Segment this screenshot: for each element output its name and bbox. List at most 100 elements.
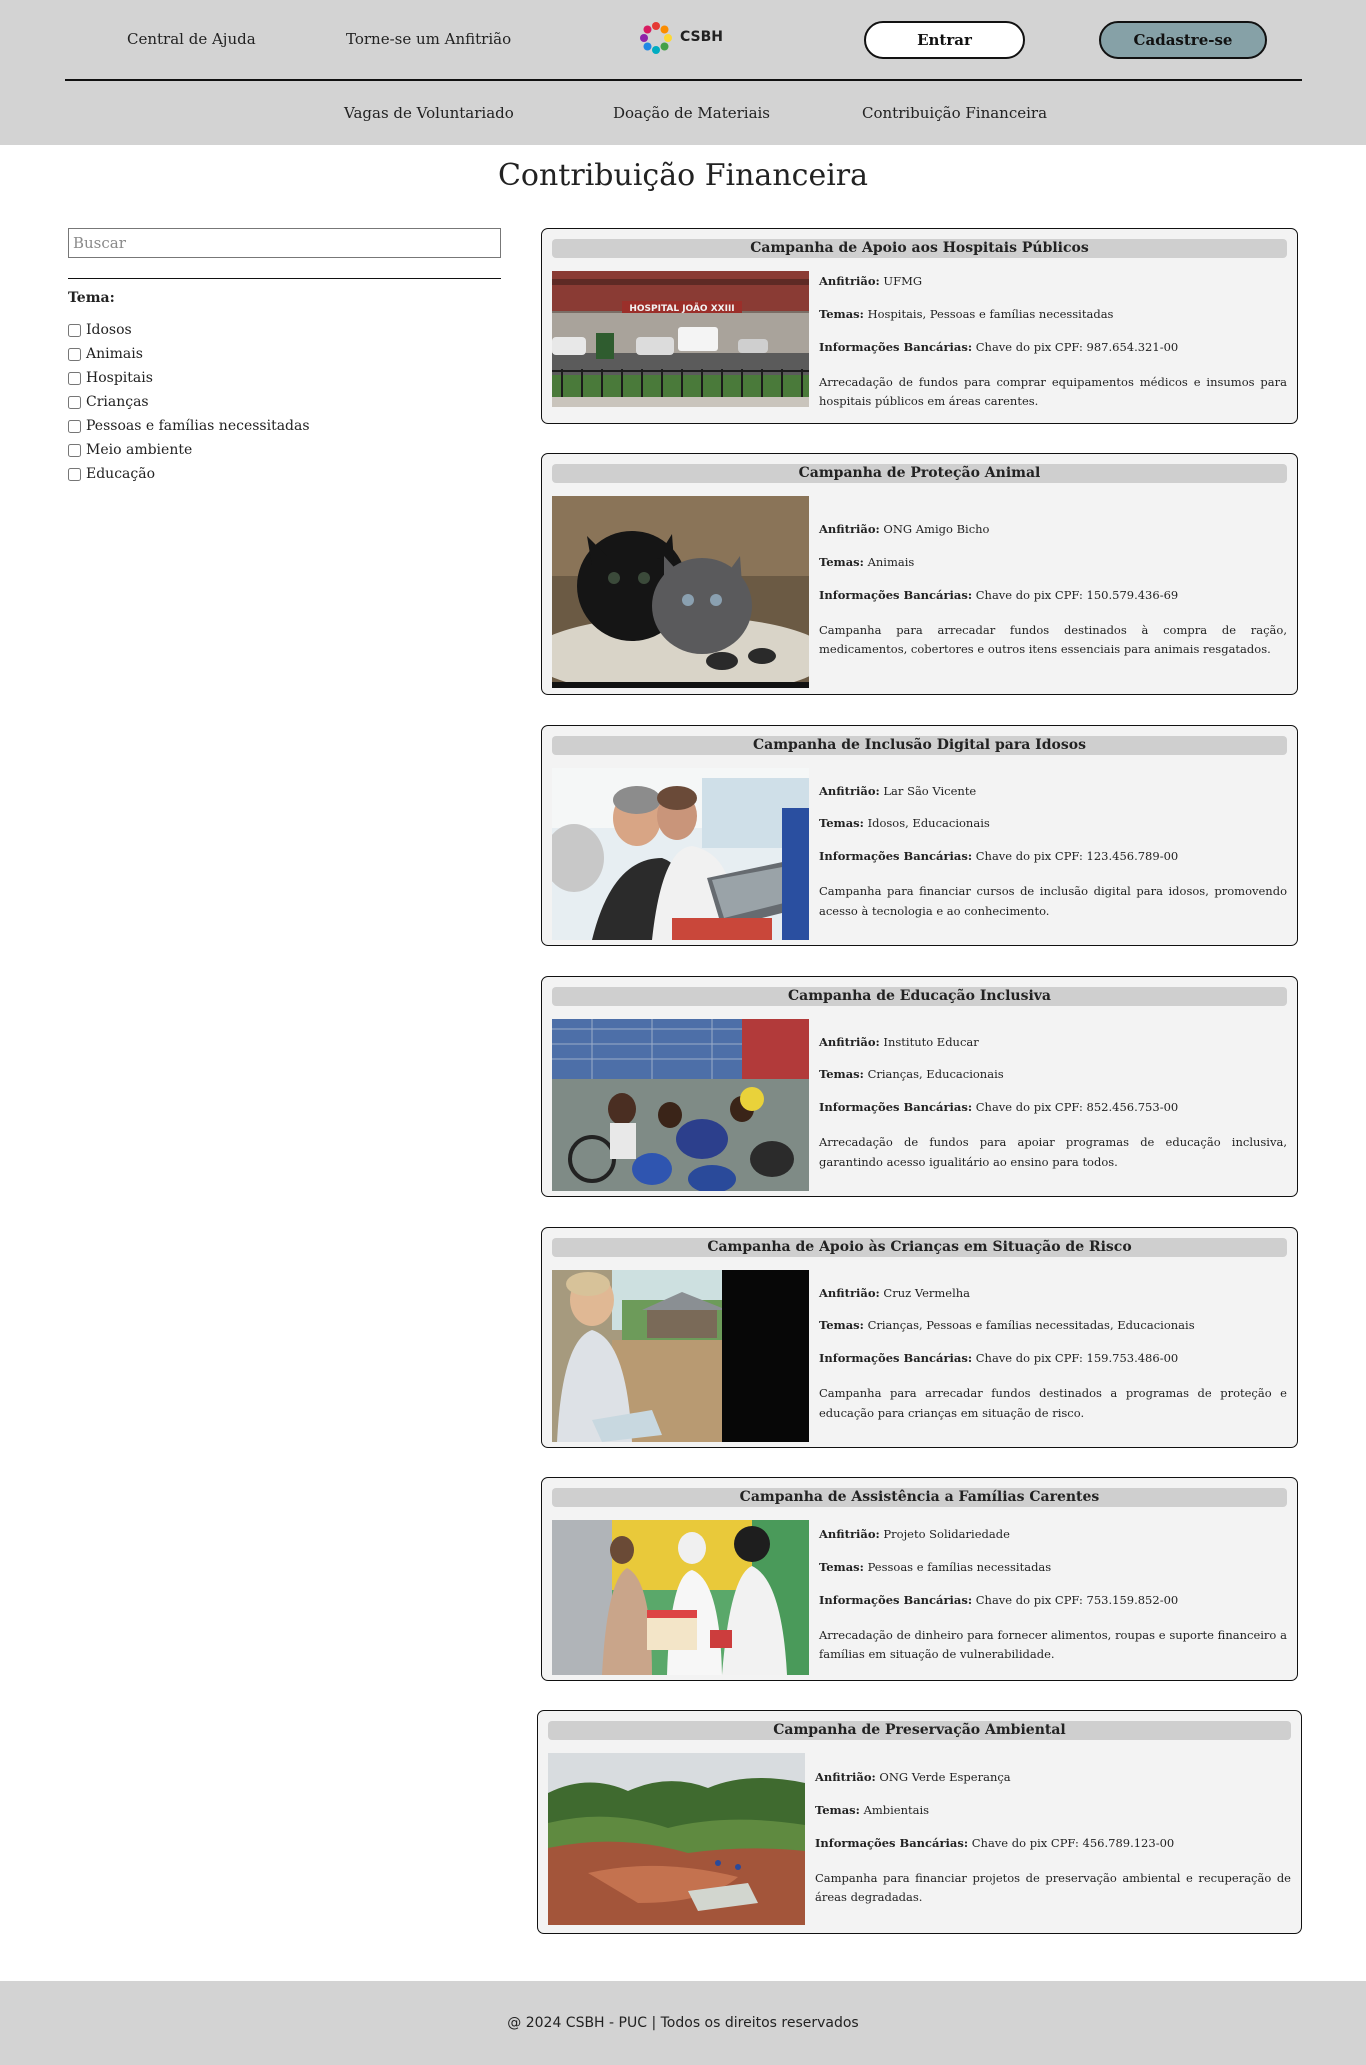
campaign-description: Campanha para financiar projetos de pres… — [815, 1870, 1291, 1905]
bank-label: Informações Bancárias: — [815, 1835, 969, 1850]
theme-filter-title: Tema: — [68, 290, 115, 306]
campaign-bank-info: Chave do pix CPF: 852.456.753-00 — [975, 1100, 1179, 1115]
search-input[interactable] — [68, 228, 501, 258]
campaign-info: Anfitrião: Instituto Educar Temas: Crian… — [819, 1019, 1287, 1188]
theme-filter-item: Meio ambiente — [68, 438, 310, 462]
campaign-title: Campanha de Apoio aos Hospitais Públicos — [552, 239, 1287, 258]
host-label: Anfitrião: — [815, 1770, 876, 1785]
theme-label: Meio ambiente — [86, 442, 193, 458]
campaign-host: Instituto Educar — [883, 1034, 979, 1049]
host-label: Anfitrião: — [819, 522, 880, 537]
themes-label: Temas: — [819, 554, 864, 569]
campaign-host: UFMG — [883, 274, 923, 289]
campaign-description: Campanha para arrecadar fundos destinado… — [819, 1386, 1287, 1420]
logo-text: CSBH — [680, 29, 724, 45]
campaign-description: Campanha para financiar cursos de inclus… — [819, 884, 1287, 918]
nav-volunteer-link[interactable]: Vagas de Voluntariado — [344, 104, 514, 122]
campaign-title: Campanha de Proteção Animal — [552, 464, 1287, 483]
bank-label: Informações Bancárias: — [819, 339, 973, 354]
theme-filter-item: Hospitais — [68, 366, 310, 390]
theme-checkbox-animais[interactable] — [68, 347, 81, 361]
campaign-host: Lar São Vicente — [883, 783, 977, 798]
campaign-photo-seniors — [552, 768, 809, 940]
theme-filter-item: Crianças — [68, 390, 310, 414]
bank-label: Informações Bancárias: — [819, 1592, 973, 1607]
theme-checkbox-hospitais[interactable] — [68, 371, 81, 385]
logo[interactable]: CSBH — [636, 18, 724, 62]
theme-checkbox-idosos[interactable] — [68, 323, 81, 337]
campaign-info: Anfitrião: Lar São Vicente Temas: Idosos… — [819, 768, 1287, 937]
campaign-title: Campanha de Apoio às Crianças em Situaçã… — [552, 1238, 1287, 1257]
campaign-info: Anfitrião: ONG Amigo Bicho Temas: Animai… — [819, 496, 1287, 686]
themes-label: Temas: — [819, 1318, 864, 1333]
sidebar-divider — [68, 278, 501, 279]
themes-label: Temas: — [819, 816, 864, 831]
theme-filter-item: Educação — [68, 462, 310, 486]
themes-label: Temas: — [815, 1802, 860, 1817]
theme-label: Pessoas e famílias necessitadas — [86, 418, 310, 434]
theme-filter-item: Idosos — [68, 318, 310, 342]
host-label: Anfitrião: — [819, 1285, 880, 1300]
campaign-host: ONG Amigo Bicho — [883, 522, 990, 537]
campaign-card[interactable]: Campanha de Inclusão Digital para Idosos… — [541, 725, 1298, 946]
page-title: Contribuição Financeira — [497, 158, 869, 193]
theme-label: Idosos — [86, 322, 132, 338]
theme-filter-list: Idosos Animais Hospitais Crianças Pessoa… — [68, 318, 310, 486]
campaign-title: Campanha de Inclusão Digital para Idosos — [552, 736, 1287, 755]
theme-checkbox-criancas[interactable] — [68, 395, 81, 409]
theme-checkbox-meio-ambiente[interactable] — [68, 443, 81, 457]
campaign-photo-children-risk — [552, 1270, 809, 1442]
bank-label: Informações Bancárias: — [819, 1351, 973, 1366]
theme-checkbox-educacao[interactable] — [68, 467, 81, 481]
campaign-card[interactable]: Campanha de Proteção Animal Anfitrião: O… — [541, 453, 1298, 695]
campaign-host: Cruz Vermelha — [883, 1285, 971, 1300]
campaign-card[interactable]: Campanha de Apoio às Crianças em Situaçã… — [541, 1227, 1298, 1448]
login-button[interactable]: Entrar — [864, 21, 1025, 59]
site-footer: @ 2024 CSBH - PUC | Todos os direitos re… — [0, 1981, 1366, 2065]
campaign-card[interactable]: Campanha de Preservação Ambiental Anfitr… — [537, 1710, 1302, 1934]
campaign-photo-environment — [548, 1753, 805, 1925]
campaign-photo-inclusive-education — [552, 1019, 809, 1191]
signup-button[interactable]: Cadastre-se — [1099, 21, 1267, 59]
campaign-host: ONG Verde Esperança — [879, 1770, 1011, 1785]
help-center-link[interactable]: Central de Ajuda — [127, 30, 256, 48]
campaign-description: Arrecadação de fundos para apoiar progra… — [819, 1135, 1287, 1169]
campaign-themes: Crianças, Educacionais — [867, 1067, 1004, 1082]
site-header: Central de Ajuda Torne-se um Anfitrião C… — [0, 0, 1366, 145]
campaign-themes: Crianças, Pessoas e famílias necessitada… — [867, 1318, 1195, 1333]
header-divider — [65, 79, 1302, 81]
themes-label: Temas: — [819, 1559, 864, 1574]
nav-financial-link[interactable]: Contribuição Financeira — [862, 104, 1047, 122]
campaign-themes: Animais — [867, 554, 915, 569]
campaign-title: Campanha de Educação Inclusiva — [552, 987, 1287, 1006]
become-host-link[interactable]: Torne-se um Anfitrião — [346, 30, 511, 48]
campaign-themes: Idosos, Educacionais — [867, 816, 990, 831]
campaign-card[interactable]: Campanha de Educação Inclusiva Anfitrião… — [541, 976, 1298, 1197]
themes-label: Temas: — [819, 306, 864, 321]
campaign-bank-info: Chave do pix CPF: 159.753.486-00 — [975, 1351, 1179, 1366]
host-label: Anfitrião: — [819, 783, 880, 798]
host-label: Anfitrião: — [819, 1034, 880, 1049]
nav-materials-link[interactable]: Doação de Materiais — [613, 104, 770, 122]
campaign-info: Anfitrião: UFMG Temas: Hospitais, Pessoa… — [819, 271, 1287, 415]
campaign-bank-info: Chave do pix CPF: 753.159.852-00 — [975, 1592, 1179, 1607]
themes-label: Temas: — [819, 1067, 864, 1082]
theme-label: Crianças — [86, 394, 149, 410]
campaign-themes: Ambientais — [863, 1802, 930, 1817]
campaign-info: Anfitrião: Projeto Solidariedade Temas: … — [819, 1520, 1287, 1672]
campaign-card[interactable]: Campanha de Apoio aos Hospitais Públicos… — [541, 228, 1298, 424]
host-label: Anfitrião: — [819, 1527, 880, 1542]
theme-checkbox-familias[interactable] — [68, 419, 81, 433]
theme-label: Hospitais — [86, 370, 153, 386]
campaign-photo-hospital: HOSPITAL JOÃO XXIII — [552, 271, 809, 407]
campaign-card[interactable]: Campanha de Assistência a Famílias Caren… — [541, 1477, 1298, 1681]
theme-label: Educação — [86, 466, 156, 482]
campaign-title: Campanha de Preservação Ambiental — [548, 1721, 1291, 1740]
theme-filter-item: Pessoas e famílias necessitadas — [68, 414, 310, 438]
bank-label: Informações Bancárias: — [819, 587, 973, 602]
host-label: Anfitrião: — [819, 274, 880, 289]
campaign-info: Anfitrião: Cruz Vermelha Temas: Crianças… — [819, 1270, 1287, 1439]
campaign-bank-info: Chave do pix CPF: 150.579.436-69 — [975, 587, 1179, 602]
campaign-photo-families — [552, 1520, 809, 1675]
campaign-bank-info: Chave do pix CPF: 987.654.321-00 — [975, 339, 1179, 354]
